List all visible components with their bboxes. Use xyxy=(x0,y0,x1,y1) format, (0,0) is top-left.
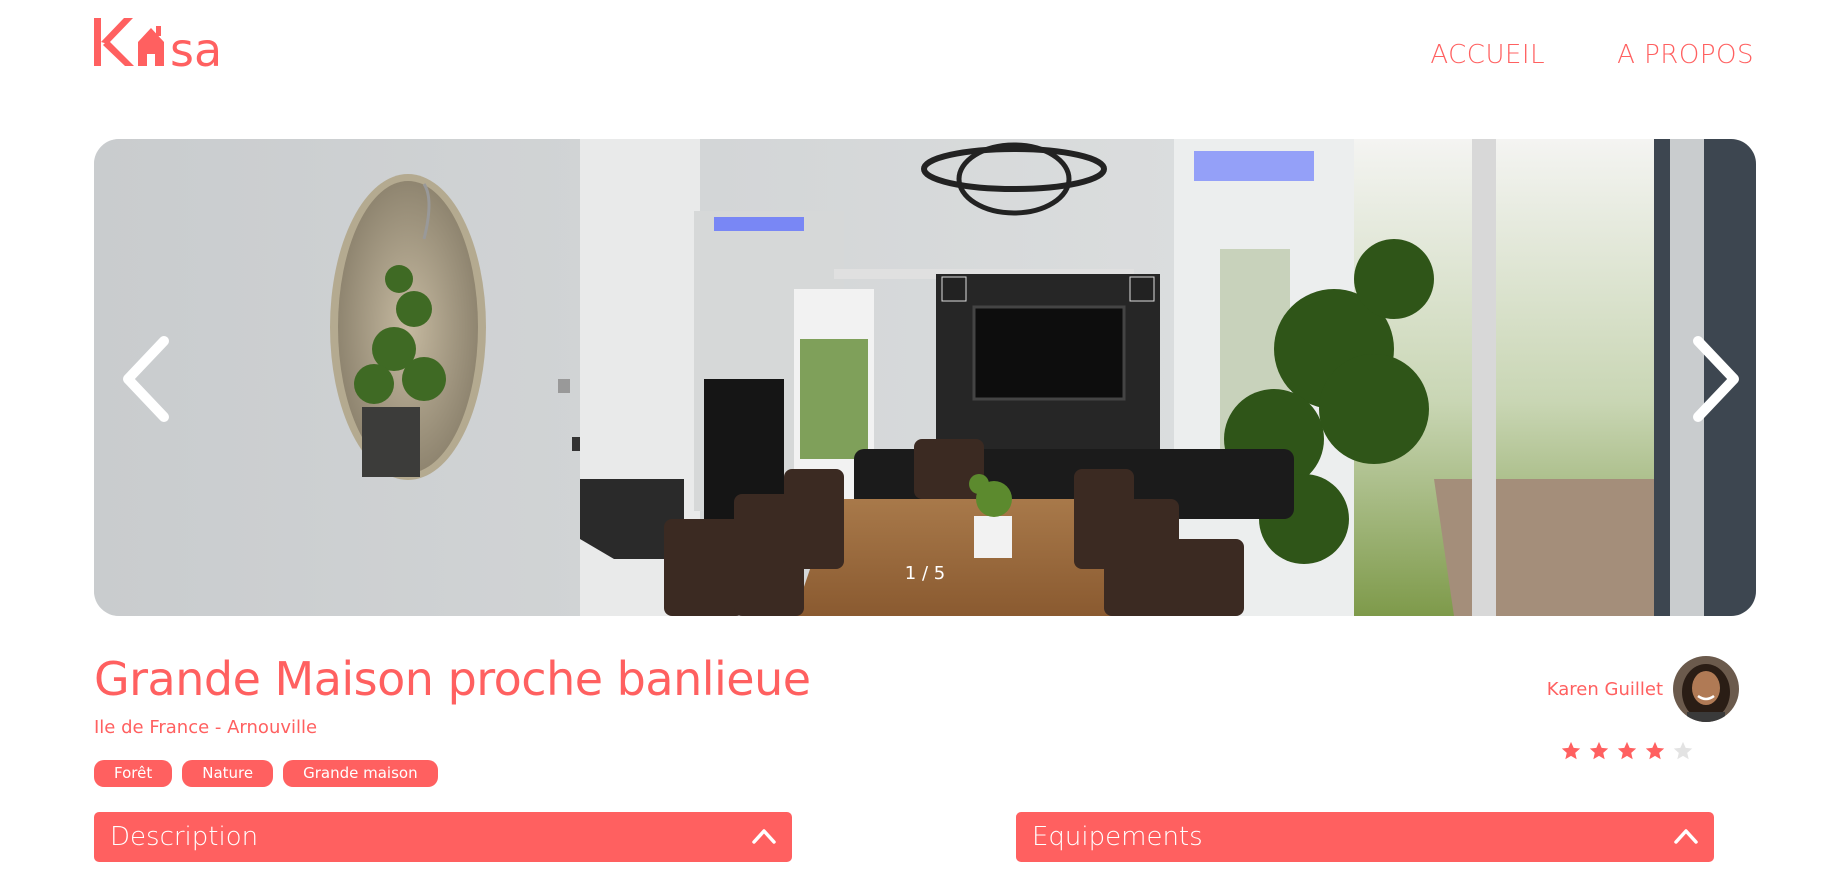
star-rating xyxy=(1560,740,1694,762)
svg-text:sa: sa xyxy=(170,23,222,72)
description-collapse[interactable]: Description xyxy=(94,812,792,862)
photo-gallery: 1 / 5 xyxy=(94,139,1756,616)
host-avatar xyxy=(1673,656,1739,722)
tag: Forêt xyxy=(94,760,173,787)
star-filled-icon xyxy=(1645,741,1665,760)
star-filled-icon xyxy=(1617,741,1637,760)
nav-link-about[interactable]: A PROPOS xyxy=(1617,40,1754,70)
site-header: sa ACCUEIL A PROPOS xyxy=(0,0,1840,100)
host-info: Karen Guillet xyxy=(1547,656,1739,722)
listing-photo xyxy=(94,139,1756,616)
star-empty-icon xyxy=(1673,741,1693,760)
star-filled-icon xyxy=(1561,741,1581,760)
listing-location: Ile de France - Arnouville xyxy=(94,717,318,738)
nav-link-home[interactable]: ACCUEIL xyxy=(1430,40,1545,70)
tag: Grande maison xyxy=(283,760,438,787)
chevron-up-icon[interactable] xyxy=(1672,824,1700,848)
description-collapse-label: Description xyxy=(110,822,259,852)
kasa-logo[interactable]: sa xyxy=(94,14,254,72)
equipments-collapse[interactable]: Equipements xyxy=(1016,812,1714,862)
equipments-collapse-label: Equipements xyxy=(1032,822,1203,852)
chevron-right-icon xyxy=(1693,336,1739,422)
tag: Nature xyxy=(182,760,274,787)
star-filled-icon xyxy=(1589,741,1609,760)
chevron-left-icon xyxy=(123,336,169,422)
gallery-next-button[interactable] xyxy=(1670,329,1750,429)
main-nav: ACCUEIL A PROPOS xyxy=(1430,40,1754,70)
tag-list: Forêt Nature Grande maison xyxy=(94,760,438,787)
gallery-counter: 1 / 5 xyxy=(904,563,946,584)
gallery-prev-button[interactable] xyxy=(112,329,192,429)
host-name: Karen Guillet xyxy=(1546,678,1663,700)
chevron-up-icon[interactable] xyxy=(750,824,778,848)
listing-title: Grande Maison proche banlieue xyxy=(94,652,811,706)
